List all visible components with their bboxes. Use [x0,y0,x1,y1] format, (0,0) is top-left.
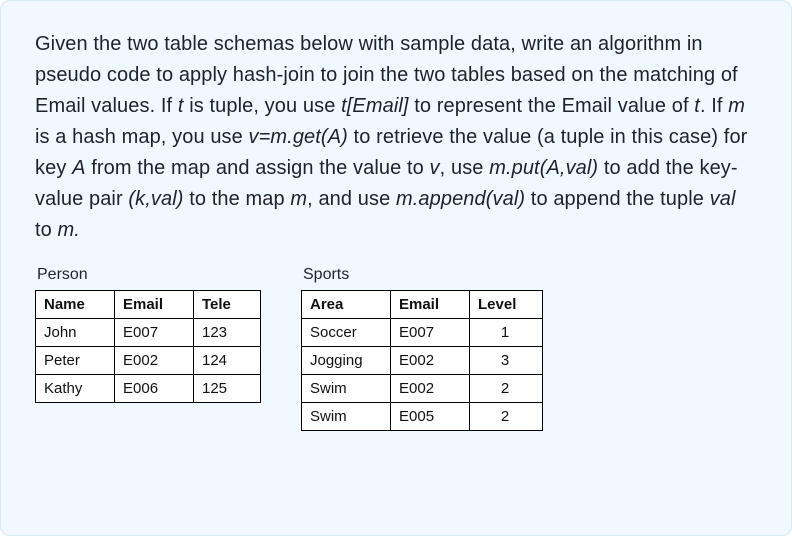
cell-email: E002 [391,375,470,403]
cell-email: E007 [391,319,470,347]
var-v: v [430,157,440,179]
cell-email: E006 [115,375,194,403]
cell-tele: 125 [194,375,261,403]
col-header-name: Name [36,291,115,319]
table-row: Swim E005 2 [302,403,543,431]
col-header-level: Level [470,291,543,319]
tables-row: Person Name Email Tele John E007 123 Pet… [35,266,757,431]
cell-name: Peter [36,347,115,375]
var-val: val [710,188,736,210]
col-header-email: Email [115,291,194,319]
cell-level: 2 [470,403,543,431]
text: to [35,219,58,241]
expr-mappend: m.append(val) [396,188,525,210]
var-A: A [72,157,85,179]
table-row: John E007 123 [36,319,261,347]
cell-tele: 123 [194,319,261,347]
question-text: Given the two table schemas below with s… [35,29,757,246]
text: to represent the Email value of [409,95,695,117]
var-m: m. [58,219,80,241]
cell-name: John [36,319,115,347]
cell-email: E002 [115,347,194,375]
var-m: m [728,95,745,117]
cell-level: 1 [470,319,543,347]
text: to append the tuple [525,188,709,210]
table-row: Kathy E006 125 [36,375,261,403]
cell-name: Kathy [36,375,115,403]
text: , and use [307,188,396,210]
table-row: Jogging E002 3 [302,347,543,375]
cell-email: E002 [391,347,470,375]
table-row: Peter E002 124 [36,347,261,375]
table-header-row: Name Email Tele [36,291,261,319]
cell-level: 3 [470,347,543,375]
text: to the map [184,188,291,210]
col-header-email: Email [391,291,470,319]
question-card: Given the two table schemas below with s… [0,0,792,536]
text: from the map and assign the value to [86,157,430,179]
text: is tuple, you use [184,95,342,117]
cell-area: Swim [302,403,391,431]
person-table-block: Person Name Email Tele John E007 123 Pet… [35,266,261,403]
col-header-tele: Tele [194,291,261,319]
expr-mput: m.put(A,val) [489,157,598,179]
cell-email: E007 [115,319,194,347]
col-header-area: Area [302,291,391,319]
text: , use [440,157,490,179]
table-header-row: Area Email Level [302,291,543,319]
sports-table-title: Sports [303,266,543,284]
text: is a hash map, you use [35,126,249,148]
table-row: Soccer E007 1 [302,319,543,347]
expr-kval: (k,val) [128,188,183,210]
var-m: m [290,188,307,210]
sports-table-block: Sports Area Email Level Soccer E007 1 Jo… [301,266,543,431]
expr-t-email: t[Email] [341,95,408,117]
person-table-title: Person [37,266,261,284]
cell-area: Jogging [302,347,391,375]
cell-area: Soccer [302,319,391,347]
person-table: Name Email Tele John E007 123 Peter E002… [35,290,261,403]
sports-table: Area Email Level Soccer E007 1 Jogging E… [301,290,543,431]
text: . If [700,95,728,117]
cell-tele: 124 [194,347,261,375]
table-row: Swim E002 2 [302,375,543,403]
expr-mget: v=m.get(A) [249,126,348,148]
cell-area: Swim [302,375,391,403]
cell-level: 2 [470,375,543,403]
cell-email: E005 [391,403,470,431]
